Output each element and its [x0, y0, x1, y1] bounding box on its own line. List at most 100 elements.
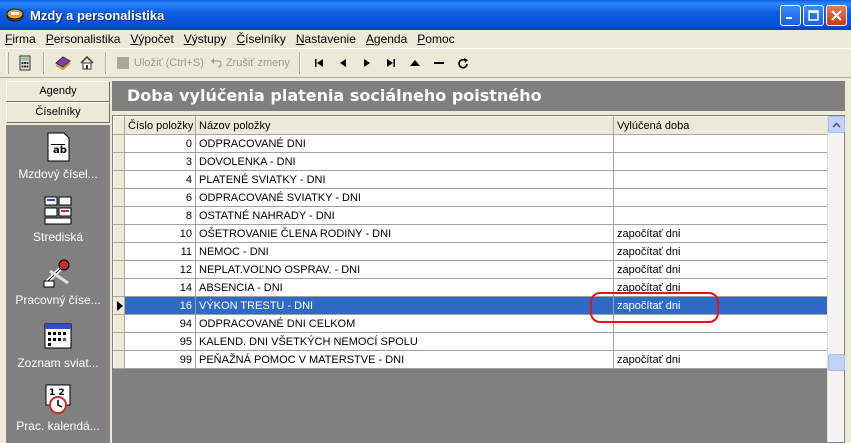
maximize-button[interactable] — [803, 5, 824, 26]
cell-cislo[interactable]: 0 — [124, 134, 196, 153]
refresh-button[interactable] — [451, 51, 475, 75]
calculator-button[interactable] — [13, 51, 37, 75]
table-row[interactable]: 14 ABSENCIA - DNI započítať dni — [113, 278, 828, 297]
cell-vylucena-doba[interactable]: započítať dni — [613, 242, 828, 261]
menu-pomoc[interactable]: Pomoc — [412, 30, 459, 48]
row-indicator[interactable] — [113, 332, 125, 351]
books-button[interactable] — [51, 51, 75, 75]
row-indicator[interactable] — [113, 278, 125, 297]
title-bar[interactable]: Mzdy a personalistika — [0, 0, 851, 30]
cell-cislo[interactable]: 4 — [124, 170, 196, 189]
prior-record-button[interactable] — [331, 51, 355, 75]
table-row[interactable]: 95 KALEND. DNI VŠETKÝCH NEMOCÍ SPOLU — [113, 332, 828, 351]
table-row[interactable]: 6 ODPRACOVANÉ SVIATKY - DNI — [113, 188, 828, 207]
menu-vystupy[interactable]: Výstupy — [179, 30, 232, 48]
delete-record-button[interactable] — [427, 51, 451, 75]
cell-vylucena-doba[interactable] — [613, 170, 828, 189]
scroll-up-button[interactable] — [828, 116, 845, 133]
cell-cislo[interactable]: 8 — [124, 206, 196, 225]
column-header-nazov[interactable]: Názov položky — [195, 116, 614, 135]
row-indicator[interactable] — [113, 152, 125, 171]
table-row[interactable]: 94 ODPRACOVANÉ DNI CELKOM — [113, 314, 828, 333]
vertical-scrollbar[interactable] — [827, 116, 845, 442]
save-button[interactable]: Uložiť (Ctrl+S) — [113, 51, 207, 75]
table-row[interactable]: 16 VÝKON TRESTU - DNI započítať dni — [113, 296, 828, 315]
sidebar-item-zoznam-sviatkov[interactable]: Zoznam sviat... — [6, 314, 110, 377]
row-indicator[interactable] — [113, 188, 125, 207]
menu-personalistika[interactable]: Personalistika — [41, 30, 126, 48]
row-indicator[interactable] — [113, 224, 125, 243]
undo-button[interactable]: Zrušiť zmeny — [207, 51, 293, 75]
cell-nazov[interactable]: KALEND. DNI VŠETKÝCH NEMOCÍ SPOLU — [195, 332, 614, 351]
menu-firma[interactable]: Firma — [0, 30, 41, 48]
table-row[interactable]: 8 OSTATNÉ NAHRADY - DNI — [113, 206, 828, 225]
cell-nazov[interactable]: ODPRACOVANÉ DNI — [195, 134, 614, 153]
first-record-button[interactable] — [307, 51, 331, 75]
table-row[interactable]: 10 OŠETROVANIE ČLENA RODINY - DNI započíta… — [113, 224, 828, 243]
cell-vylucena-doba[interactable] — [613, 152, 828, 171]
last-record-button[interactable] — [379, 51, 403, 75]
cell-cislo[interactable]: 94 — [124, 314, 196, 333]
home-button[interactable] — [75, 51, 99, 75]
cell-nazov[interactable]: PEŇAŽNÁ POMOC V MATERSTVE - DNI — [195, 350, 614, 369]
cell-nazov[interactable]: OSTATNÉ NAHRADY - DNI — [195, 206, 614, 225]
cell-nazov[interactable]: ODPRACOVANÉ SVIATKY - DNI — [195, 188, 614, 207]
table-row[interactable]: 99 PEŇAŽNÁ POMOC V MATERSTVE - DNI započít… — [113, 350, 828, 369]
cell-vylucena-doba[interactable]: započítať dni — [613, 260, 828, 279]
table-row[interactable]: 12 NEPLAT.VOĽNO OSPRAV. - DNI započítať dn… — [113, 260, 828, 279]
sidebar-item-pracovny-kalendar[interactable]: 1 2 Prac. kalendá... — [6, 377, 110, 440]
table-row[interactable]: 4 PLATENÉ SVIATKY - DNI — [113, 170, 828, 189]
row-indicator[interactable] — [113, 314, 125, 333]
table-row[interactable]: 3 DOVOLENKA - DNI — [113, 152, 828, 171]
cell-cislo[interactable]: 6 — [124, 188, 196, 207]
row-indicator[interactable] — [113, 260, 125, 279]
column-header-vylucena-doba[interactable]: Vylúčená doba — [613, 116, 828, 135]
row-indicator[interactable] — [113, 170, 125, 189]
menu-ciselniky[interactable]: Číselníky — [231, 30, 290, 48]
cell-cislo[interactable]: 10 — [124, 224, 196, 243]
cell-cislo[interactable]: 99 — [124, 350, 196, 369]
row-indicator[interactable] — [113, 134, 125, 153]
cell-vylucena-doba[interactable] — [613, 332, 828, 351]
cell-nazov[interactable]: VÝKON TRESTU - DNI — [195, 296, 614, 315]
cell-vylucena-doba[interactable] — [613, 134, 828, 153]
cell-nazov[interactable]: ABSENCIA - DNI — [195, 278, 614, 297]
row-indicator[interactable] — [113, 206, 125, 225]
menu-nastavenie[interactable]: Nastavenie — [291, 30, 361, 48]
cell-vylucena-doba[interactable]: započítať dni — [613, 350, 828, 369]
column-header-cislo[interactable]: Číslo položky — [124, 116, 196, 135]
cell-vylucena-doba[interactable]: započítať dni — [613, 278, 828, 297]
data-grid[interactable]: Číslo položky Názov položky Vylúčená dob… — [112, 115, 845, 443]
sidebar-item-pracovny-ciselnik[interactable]: Pracovný číse... — [6, 251, 110, 314]
cell-nazov[interactable]: OŠETROVANIE ČLENA RODINY - DNI — [195, 224, 614, 243]
cell-vylucena-doba[interactable] — [613, 188, 828, 207]
table-row[interactable]: 0 ODPRACOVANÉ DNI — [113, 134, 828, 153]
cell-vylucena-doba[interactable] — [613, 206, 828, 225]
cell-nazov[interactable]: NEMOC - DNI — [195, 242, 614, 261]
cell-nazov[interactable]: NEPLAT.VOĽNO OSPRAV. - DNI — [195, 260, 614, 279]
cell-cislo[interactable]: 11 — [124, 242, 196, 261]
scroll-thumb[interactable] — [828, 354, 845, 371]
row-indicator[interactable] — [113, 242, 125, 261]
row-indicator[interactable] — [113, 350, 125, 369]
menu-vypocet[interactable]: Výpočet — [125, 30, 178, 48]
insert-record-button[interactable] — [403, 51, 427, 75]
next-record-button[interactable] — [355, 51, 379, 75]
cell-cislo[interactable]: 14 — [124, 278, 196, 297]
cell-cislo[interactable]: 12 — [124, 260, 196, 279]
minimize-button[interactable] — [780, 5, 801, 26]
cell-cislo[interactable]: 16 — [124, 296, 196, 315]
ciselniky-button[interactable]: Číselníky — [6, 102, 110, 123]
cell-cislo[interactable]: 3 — [124, 152, 196, 171]
cell-vylucena-doba[interactable]: započítať dni — [613, 224, 828, 243]
toolbar-grip[interactable] — [6, 52, 9, 74]
cell-nazov[interactable]: ODPRACOVANÉ DNI CELKOM — [195, 314, 614, 333]
sidebar-item-strediska[interactable]: Strediská — [6, 188, 110, 251]
table-row[interactable]: 11 NEMOC - DNI započítať dni — [113, 242, 828, 261]
menu-agenda[interactable]: Agenda — [361, 30, 412, 48]
row-indicator[interactable] — [113, 296, 125, 315]
agendy-button[interactable]: Agendy — [6, 81, 110, 102]
cell-cislo[interactable]: 95 — [124, 332, 196, 351]
cell-vylucena-doba[interactable] — [613, 314, 828, 333]
cell-nazov[interactable]: DOVOLENKA - DNI — [195, 152, 614, 171]
